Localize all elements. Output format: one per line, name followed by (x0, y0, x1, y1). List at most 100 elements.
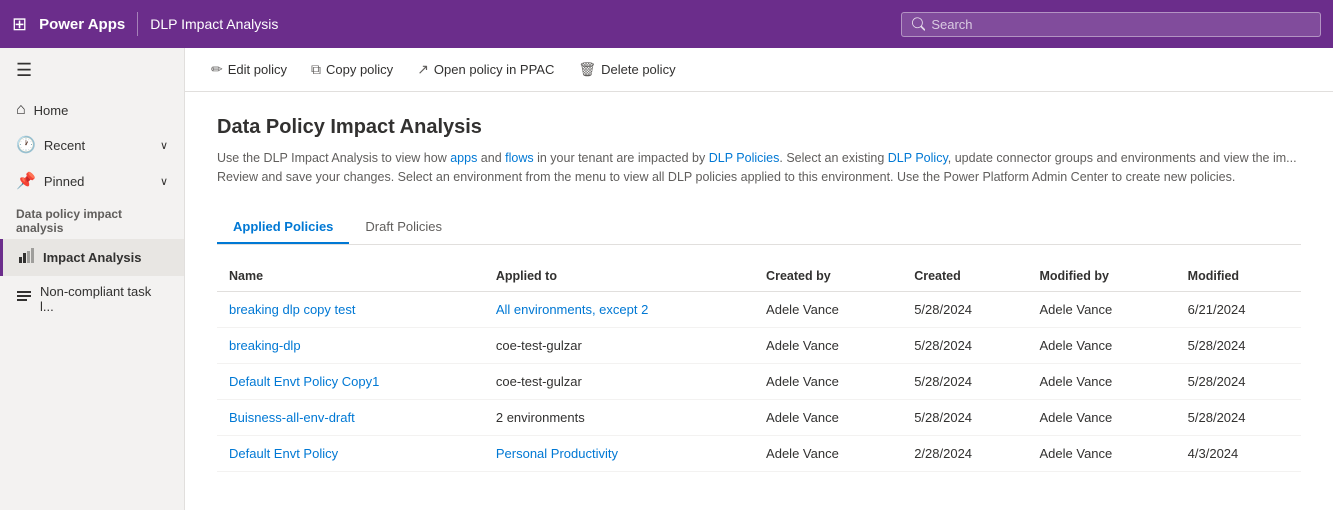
sidebar-item-home[interactable]: ⌂ Home (0, 93, 184, 127)
sidebar-item-home-label: Home (34, 103, 69, 118)
app-layout: ☰ ⌂ Home 🕐 Recent ∨ 📌 Pinned ∨ Data poli… (0, 48, 1333, 510)
delete-policy-button[interactable]: 🗑 Delete policy (568, 56, 685, 83)
cell-created: 5/28/2024 (902, 291, 1027, 327)
cell-name[interactable]: Default Envt Policy Copy1 (217, 363, 484, 399)
table-row: Buisness-all-env-draft2 environmentsAdel… (217, 399, 1301, 435)
cell-name[interactable]: Buisness-all-env-draft (217, 399, 484, 435)
tab-draft-policies[interactable]: Draft Policies (349, 211, 458, 244)
search-input[interactable] (931, 17, 1310, 32)
edit-policy-button[interactable]: ✏ Edit policy (201, 56, 297, 83)
search-icon (912, 17, 925, 31)
col-header-applied: Applied to (484, 261, 754, 292)
cell-modified: 4/3/2024 (1176, 435, 1301, 471)
recent-icon: 🕐 (16, 135, 36, 155)
nav-title: DLP Impact Analysis (150, 16, 278, 32)
policy-name-link[interactable]: breaking dlp copy test (229, 302, 355, 317)
cell-created: 5/28/2024 (902, 327, 1027, 363)
table-header-row: Name Applied to Created by Created Modif… (217, 261, 1301, 292)
copy-icon: ⧉ (311, 61, 321, 78)
cell-applied[interactable]: All environments, except 2 (484, 291, 754, 327)
edit-icon: ✏ (211, 61, 223, 78)
open-ppac-button[interactable]: ↗ Open policy in PPAC (407, 56, 564, 83)
policy-name-link[interactable]: breaking-dlp (229, 338, 301, 353)
cell-created: 5/28/2024 (902, 399, 1027, 435)
policy-name-link[interactable]: Default Envt Policy (229, 446, 338, 461)
applied-to-link[interactable]: All environments, except 2 (496, 302, 648, 317)
col-header-created: Created (902, 261, 1027, 292)
cell-created-by: Adele Vance (754, 435, 902, 471)
cell-name[interactable]: Default Envt Policy (217, 435, 484, 471)
sidebar-nav: ⌂ Home 🕐 Recent ∨ 📌 Pinned ∨ Data policy… (0, 93, 184, 322)
cell-created-by: Adele Vance (754, 327, 902, 363)
col-header-name: Name (217, 261, 484, 292)
col-header-modified-by: Modified by (1028, 261, 1176, 292)
applied-to-link[interactable]: Personal Productivity (496, 446, 618, 461)
cell-created: 2/28/2024 (902, 435, 1027, 471)
grid-icon[interactable]: ⊞ (12, 14, 27, 35)
cell-modified-by: Adele Vance (1028, 399, 1176, 435)
pinned-icon: 📌 (16, 171, 36, 191)
table-row: Default Envt Policy Copy1 coe-test-gulzar… (217, 363, 1301, 399)
page-title: Data Policy Impact Analysis (217, 116, 1301, 139)
cell-created-by: Adele Vance (754, 399, 902, 435)
policy-name-link[interactable]: Default Envt Policy Copy1 (229, 374, 379, 389)
cell-modified: 5/28/2024 (1176, 327, 1301, 363)
sidebar-section-label: Data policy impact analysis (0, 199, 184, 239)
brand-label: Power Apps (39, 16, 125, 33)
sidebar-item-pinned[interactable]: 📌 Pinned ∨ (0, 163, 184, 199)
sidebar: ☰ ⌂ Home 🕐 Recent ∨ 📌 Pinned ∨ Data poli… (0, 48, 185, 510)
sidebar-item-recent-label: Recent (44, 138, 85, 153)
policy-toolbar: ✏ Edit policy ⧉ Copy policy ↗ Open polic… (185, 48, 1333, 92)
policy-tabs: Applied Policies Draft Policies (217, 211, 1301, 245)
cell-created-by: Adele Vance (754, 363, 902, 399)
cell-modified-by: Adele Vance (1028, 435, 1176, 471)
table-row: breaking-dlpcoe-test-gulzarAdele Vance5/… (217, 327, 1301, 363)
copy-policy-button[interactable]: ⧉ Copy policy (301, 56, 403, 83)
apps-link[interactable]: apps (450, 151, 477, 165)
sidebar-item-pinned-label: Pinned (44, 174, 84, 189)
sidebar-item-recent[interactable]: 🕐 Recent ∨ (0, 127, 184, 163)
sidebar-item-impact-analysis[interactable]: Impact Analysis (0, 239, 184, 276)
pinned-chevron-icon: ∨ (160, 175, 168, 188)
sidebar-item-non-compliant[interactable]: Non-compliant task l... (0, 276, 184, 322)
home-icon: ⌂ (16, 101, 26, 119)
table-row: Default Envt Policy Personal Productivity… (217, 435, 1301, 471)
table-row: breaking dlp copy test All environments, … (217, 291, 1301, 327)
brand: Power Apps (39, 16, 125, 33)
cell-applied: 2 environments (484, 399, 754, 435)
edit-policy-label: Edit policy (228, 62, 287, 77)
sidebar-item-impact-label: Impact Analysis (43, 250, 142, 265)
cell-modified-by: Adele Vance (1028, 363, 1176, 399)
cell-modified: 5/28/2024 (1176, 399, 1301, 435)
nav-divider (137, 12, 138, 36)
col-header-modified: Modified (1176, 261, 1301, 292)
cell-applied: coe-test-gulzar (484, 327, 754, 363)
page-content: Data Policy Impact Analysis Use the DLP … (185, 92, 1333, 510)
hamburger-button[interactable]: ☰ (0, 48, 184, 93)
tab-applied-policies[interactable]: Applied Policies (217, 211, 349, 244)
dlp-policy-link[interactable]: DLP Policy (888, 151, 948, 165)
top-nav: ⊞ Power Apps DLP Impact Analysis (0, 0, 1333, 48)
cell-modified: 6/21/2024 (1176, 291, 1301, 327)
open-ppac-label: Open policy in PPAC (434, 62, 554, 77)
col-header-created-by: Created by (754, 261, 902, 292)
delete-icon: 🗑 (578, 61, 596, 78)
cell-applied: coe-test-gulzar (484, 363, 754, 399)
cell-name[interactable]: breaking dlp copy test (217, 291, 484, 327)
cell-applied[interactable]: Personal Productivity (484, 435, 754, 471)
open-icon: ↗ (417, 61, 429, 78)
dlp-link[interactable]: DLP Policies (709, 151, 780, 165)
sidebar-item-non-compliant-label: Non-compliant task l... (40, 284, 168, 314)
cell-name[interactable]: breaking-dlp (217, 327, 484, 363)
non-compliant-icon (16, 289, 32, 310)
search-box[interactable] (901, 12, 1321, 37)
policy-name-link[interactable]: Buisness-all-env-draft (229, 410, 355, 425)
main-content: ✏ Edit policy ⧉ Copy policy ↗ Open polic… (185, 48, 1333, 510)
page-description: Use the DLP Impact Analysis to view how … (217, 149, 1301, 187)
cell-modified-by: Adele Vance (1028, 327, 1176, 363)
flows-link[interactable]: flows (505, 151, 533, 165)
cell-modified: 5/28/2024 (1176, 363, 1301, 399)
delete-policy-label: Delete policy (601, 62, 675, 77)
recent-chevron-icon: ∨ (160, 139, 168, 152)
impact-analysis-icon (19, 247, 35, 268)
